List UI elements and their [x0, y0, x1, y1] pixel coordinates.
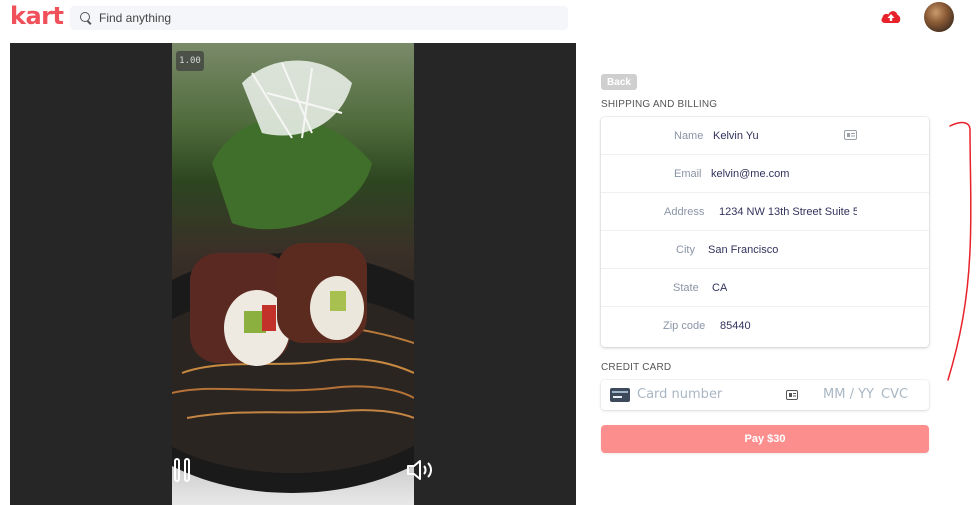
search-icon — [80, 12, 92, 24]
food-photo: 1.00 — [172, 43, 414, 505]
form-row-email[interactable]: Email kelvin@me.com — [601, 155, 929, 193]
state-label: State — [673, 282, 699, 294]
expiry-field[interactable]: MM / YY — [823, 380, 874, 410]
red-bracket-annotation — [947, 121, 972, 381]
name-label: Name — [674, 130, 704, 142]
playback-rate-badge[interactable]: 1.00 — [176, 51, 204, 71]
city-field[interactable]: San Francisco — [708, 231, 778, 269]
volume-icon[interactable] — [406, 459, 436, 481]
search-bar[interactable] — [70, 6, 568, 30]
back-button[interactable]: Back — [601, 74, 637, 90]
pause-icon[interactable] — [174, 458, 192, 482]
address-label: Address — [664, 206, 705, 218]
form-row-name[interactable]: Name Kelvin Yu — [601, 117, 929, 155]
credit-card-title: CREDIT CARD — [601, 362, 672, 373]
contact-card-icon[interactable] — [844, 130, 857, 140]
form-row-zip[interactable]: Zip code 85440 — [601, 307, 929, 345]
zip-code-label: Zip code — [663, 320, 706, 332]
card-number-field[interactable]: Card number — [637, 380, 722, 410]
email-field[interactable]: kelvin@me.com — [711, 155, 789, 193]
search-input[interactable] — [99, 11, 559, 25]
state-field[interactable]: CA — [712, 269, 727, 307]
sushi-image — [172, 60, 414, 493]
form-row-city[interactable]: City San Francisco — [601, 231, 929, 269]
cvc-field[interactable]: CVC — [881, 380, 908, 410]
shipping-billing-title: SHIPPING AND BILLING — [601, 99, 718, 110]
form-row-state[interactable]: State CA — [601, 269, 929, 307]
address-field[interactable]: 1234 NW 13th Street Suite 5 — [719, 193, 857, 231]
video-player[interactable]: 1.00 — [10, 43, 576, 505]
zip-code-field[interactable]: 85440 — [720, 307, 751, 345]
shipping-form: Name Kelvin Yu Email kelvin@me.com Addre… — [601, 117, 929, 347]
form-row-address[interactable]: Address 1234 NW 13th Street Suite 5 — [601, 193, 929, 231]
pay-button[interactable]: Pay $30 — [601, 425, 929, 453]
email-label: Email — [674, 168, 702, 180]
top-bar: kart — [0, 0, 976, 36]
city-label: City — [676, 244, 695, 256]
name-field[interactable]: Kelvin Yu — [713, 117, 759, 155]
kart-logo[interactable]: kart — [10, 2, 64, 30]
card-input[interactable]: Card number MM / YY CVC — [601, 380, 929, 410]
avatar[interactable] — [924, 2, 954, 32]
cloud-upload-icon[interactable] — [880, 7, 902, 25]
credit-card-icon — [610, 388, 630, 402]
autofill-card-icon[interactable] — [786, 390, 798, 400]
